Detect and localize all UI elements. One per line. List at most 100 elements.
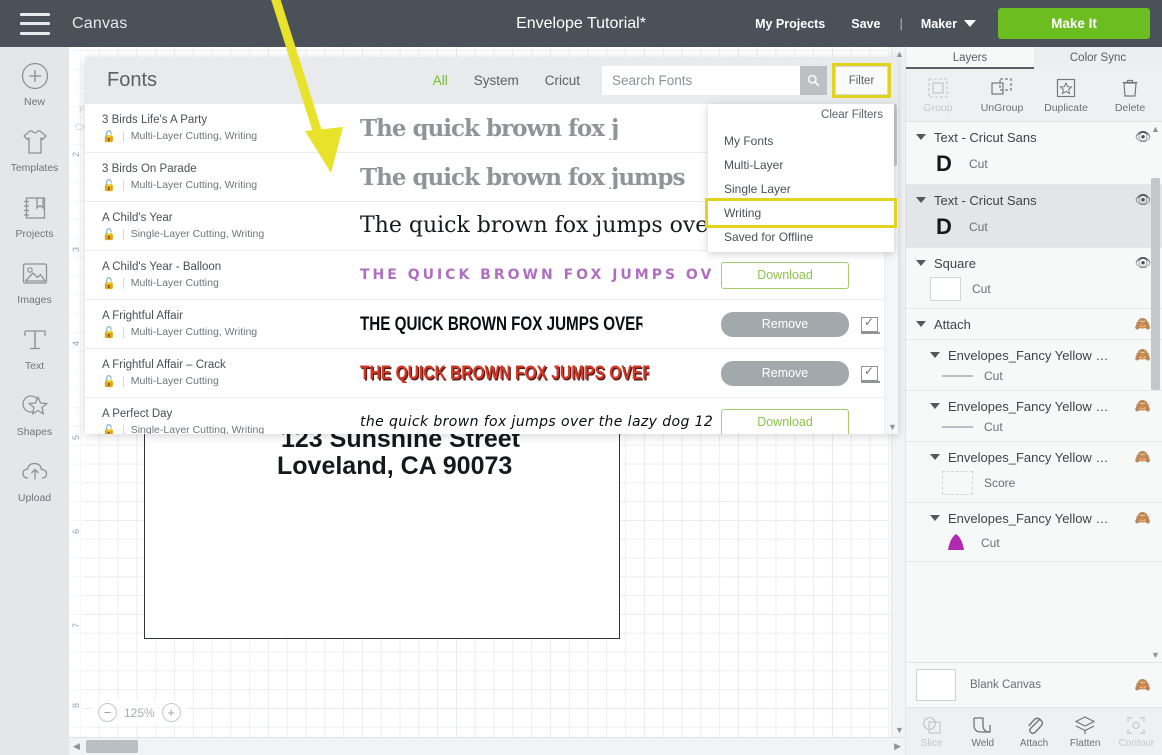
chevron-down-icon[interactable] xyxy=(916,134,926,140)
chevron-down-icon[interactable] xyxy=(930,515,940,521)
filter-option-writing[interactable]: Writing xyxy=(705,198,897,228)
chevron-down-icon[interactable] xyxy=(916,197,926,203)
font-list-item[interactable]: A Child's Year - Balloon 🔓 Multi-Layer C… xyxy=(85,251,898,300)
layer-group-header[interactable]: Envelopes_Fancy Yellow … 🙈 xyxy=(916,347,1152,363)
my-projects-link[interactable]: My Projects xyxy=(742,17,838,31)
layer-group-header[interactable]: Envelopes_Fancy Yellow … 🙈 xyxy=(916,398,1152,414)
download-font-button[interactable]: Download xyxy=(721,261,849,289)
layer-subgroup[interactable]: Envelopes_Fancy Yellow … 🙈 Score xyxy=(906,442,1162,503)
chevron-down-icon[interactable] xyxy=(930,352,940,358)
saved-offline-checkbox[interactable] xyxy=(861,364,880,383)
make-it-button[interactable]: Make It xyxy=(998,8,1150,39)
layer-group[interactable]: Square 👁 Cut xyxy=(906,248,1162,309)
zoom-out-button[interactable]: − xyxy=(98,703,117,722)
tab-cricut[interactable]: Cricut xyxy=(545,73,580,88)
machine-selector[interactable]: Maker xyxy=(909,17,990,31)
chevron-down-icon[interactable] xyxy=(964,20,976,27)
search-icon[interactable] xyxy=(800,66,827,95)
machine-label[interactable]: Maker xyxy=(921,17,957,31)
layers-toolbar[interactable]: Group UnGroup Duplicate Delete xyxy=(906,69,1162,122)
ungroup-button[interactable]: UnGroup xyxy=(970,69,1034,121)
sidebar-item-images[interactable]: Images xyxy=(0,257,69,306)
duplicate-button[interactable]: Duplicate xyxy=(1034,69,1098,121)
filter-option-saved-for-offline[interactable]: Saved for Offline xyxy=(708,225,894,249)
top-bar-actions[interactable]: My Projects Save | Maker Make It xyxy=(742,8,1162,39)
tab-system[interactable]: System xyxy=(474,73,519,88)
font-search-group[interactable] xyxy=(602,66,827,95)
filter-button[interactable]: Filter xyxy=(832,63,891,98)
download-font-button[interactable]: Download xyxy=(721,408,849,434)
layers-panel[interactable]: Layers Color Sync Group UnGroup Duplicat… xyxy=(905,47,1162,755)
layer-child-row[interactable]: Cut xyxy=(916,420,1152,434)
left-sidebar[interactable]: New Templates Projects Images Text Shape… xyxy=(0,47,69,755)
layer-group-header[interactable]: Envelopes_Fancy Yellow … 🙈 xyxy=(916,510,1152,526)
filter-option-single-layer[interactable]: Single Layer xyxy=(708,177,894,201)
flatten-button[interactable]: Flatten xyxy=(1060,708,1111,755)
layer-group-header[interactable]: Text - Cricut Sans 👁 xyxy=(916,192,1152,208)
hamburger-icon[interactable] xyxy=(20,12,50,35)
contour-button[interactable]: Contour xyxy=(1111,708,1162,755)
tab-all[interactable]: All xyxy=(433,73,448,88)
font-list-item[interactable]: A Perfect Day 🔓 Single-Layer Cutting, Wr… xyxy=(85,398,898,434)
layer-child-row[interactable]: D Cut xyxy=(916,151,1152,177)
sidebar-item-templates[interactable]: Templates xyxy=(0,125,69,174)
layer-child-row[interactable]: Cut xyxy=(916,532,1152,554)
layer-group-header[interactable]: Square 👁 xyxy=(916,255,1152,271)
horizontal-scroll-thumb[interactable] xyxy=(85,740,138,753)
layer-child-row[interactable]: Cut xyxy=(916,369,1152,383)
layer-group-header[interactable]: Attach 🙈 xyxy=(916,316,1152,332)
layer-child-row[interactable]: Cut xyxy=(916,277,1152,301)
font-list-item[interactable]: A Frightful Affair – Crack 🔓 Multi-Layer… xyxy=(85,349,898,398)
canvas-label[interactable]: Canvas xyxy=(72,15,127,33)
visibility-toggle-icon-hidden[interactable]: 🙈 xyxy=(1134,677,1152,693)
chevron-down-icon[interactable] xyxy=(916,321,926,327)
layer-group-header[interactable]: Text - Cricut Sans 👁 xyxy=(916,129,1152,145)
blank-canvas-row[interactable]: Blank Canvas 🙈 xyxy=(906,662,1162,707)
group-button[interactable]: Group xyxy=(906,69,970,121)
layers-scrollbar[interactable]: ▲ ▼ xyxy=(1149,122,1162,662)
layers-scroll-down-arrow-icon[interactable]: ▼ xyxy=(1151,650,1160,660)
layer-group-header[interactable]: Envelopes_Fancy Yellow … 🙈 xyxy=(916,449,1152,465)
sidebar-item-upload[interactable]: Upload xyxy=(0,455,69,504)
save-button[interactable]: Save xyxy=(838,17,893,31)
chevron-down-icon[interactable] xyxy=(916,260,926,266)
envelope-line-3[interactable]: Loveland, CA 90073 xyxy=(277,452,512,480)
fonts-panel[interactable]: Fonts All System Cricut Filter Clear Fil… xyxy=(85,57,898,434)
attach-button[interactable]: Attach xyxy=(1008,708,1059,755)
saved-offline-checkbox[interactable] xyxy=(861,315,880,334)
sidebar-item-text[interactable]: Text xyxy=(0,323,69,372)
filter-option-multi-layer[interactable]: Multi-Layer xyxy=(708,153,894,177)
sidebar-item-shapes[interactable]: Shapes xyxy=(0,389,69,438)
search-input[interactable] xyxy=(602,66,800,95)
canvas-horizontal-scrollbar[interactable]: ◀ ▶ xyxy=(69,737,905,755)
layer-child-row[interactable]: D Cut xyxy=(916,214,1152,240)
chevron-down-icon[interactable] xyxy=(930,454,940,460)
layer-group[interactable]: Text - Cricut Sans 👁 D Cut xyxy=(906,122,1162,185)
weld-button[interactable]: Weld xyxy=(957,708,1008,755)
canvas-color-swatch[interactable] xyxy=(916,669,956,701)
remove-font-button[interactable]: Remove xyxy=(721,360,849,386)
layers-bottom-toolbar[interactable]: Slice Weld Attach Flatten Contour xyxy=(906,707,1162,755)
slice-button[interactable]: Slice xyxy=(906,708,957,755)
layer-group-attach[interactable]: Attach 🙈 xyxy=(906,309,1162,340)
scroll-down-arrow-icon[interactable]: ▼ xyxy=(895,725,904,735)
layer-subgroup[interactable]: Envelopes_Fancy Yellow … 🙈 Cut xyxy=(906,340,1162,391)
layers-scroll-thumb[interactable] xyxy=(1151,178,1160,390)
font-action[interactable]: Remove xyxy=(713,311,898,337)
font-action[interactable]: Download xyxy=(713,261,898,289)
zoom-in-button[interactable]: + xyxy=(161,703,181,722)
tab-color-sync[interactable]: Color Sync xyxy=(1034,47,1162,69)
remove-font-button[interactable]: Remove xyxy=(721,311,849,337)
font-action[interactable]: Remove xyxy=(713,360,898,386)
scroll-right-arrow-icon[interactable]: ▶ xyxy=(890,741,905,752)
filter-dropdown-menu[interactable]: Clear Filters My Fonts Multi-Layer Singl… xyxy=(705,104,897,252)
zoom-control[interactable]: − 125% + xyxy=(91,700,188,725)
delete-button[interactable]: Delete xyxy=(1098,69,1162,121)
chevron-down-icon[interactable] xyxy=(930,403,940,409)
layers-panel-tabs[interactable]: Layers Color Sync xyxy=(906,47,1162,69)
layers-list[interactable]: Text - Cricut Sans 👁 D Cut Text - Cricut… xyxy=(906,122,1162,662)
layers-scroll-up-arrow-icon[interactable]: ▲ xyxy=(1151,124,1160,134)
fonts-filter-tabs[interactable]: All System Cricut xyxy=(433,73,580,88)
layer-subgroup[interactable]: Envelopes_Fancy Yellow … 🙈 Cut xyxy=(906,391,1162,442)
layer-subgroup[interactable]: Envelopes_Fancy Yellow … 🙈 Cut xyxy=(906,503,1162,562)
